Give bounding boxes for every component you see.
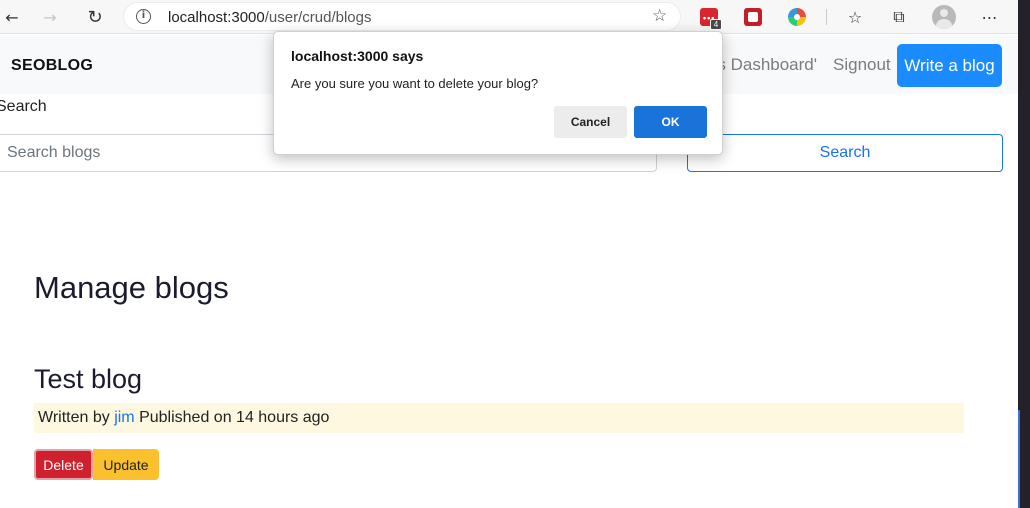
url-text[interactable]: localhost:3000/user/crud/blogs [168, 9, 371, 26]
reload-icon[interactable]: ↻ [83, 5, 107, 29]
avatar-body [936, 19, 952, 29]
search-button[interactable]: Search [687, 134, 1003, 172]
desktop-background [1018, 0, 1030, 508]
written-by-label: Written by [38, 409, 110, 426]
favorites-icon[interactable]: ☆ [843, 5, 867, 29]
delete-button[interactable]: Delete [34, 449, 93, 480]
collections-icon[interactable]: ⧉ [887, 5, 911, 29]
blog-title: Test blog [34, 364, 143, 394]
confirm-dialog: localhost:3000 says Are you sure you wan… [273, 31, 723, 155]
url-path: /user/crud/blogs [264, 9, 372, 26]
more-icon[interactable]: ⋯ [978, 5, 1002, 29]
back-icon[interactable]: ← [0, 5, 24, 29]
write-blog-button[interactable]: Write a blog [897, 44, 1002, 87]
star-icon[interactable]: ☆ [652, 6, 667, 26]
author-link[interactable]: jim [114, 409, 134, 426]
url-host: localhost:3000 [168, 9, 265, 26]
page-title: Manage blogs [34, 270, 229, 305]
dialog-ok-button[interactable]: OK [634, 106, 707, 138]
published-text: Published on 14 hours ago [139, 409, 330, 426]
brand-logo[interactable]: SEOBLOG [11, 57, 93, 75]
browser-toolbar: ← → ↻ i localhost:3000/user/crud/blogs ☆… [0, 0, 1018, 34]
extension-icon[interactable]: ••• 4 [700, 8, 722, 30]
dialog-title: localhost:3000 says [291, 48, 424, 64]
search-label: Search [0, 98, 47, 115]
desktop-accent [1018, 410, 1020, 508]
toolbar-divider [826, 9, 827, 25]
address-bar[interactable]: i localhost:3000/user/crud/blogs ☆ [123, 2, 681, 31]
extension-glyph [794, 14, 800, 20]
extension-icon-2[interactable] [744, 8, 762, 26]
avatar-head [940, 9, 948, 17]
forward-icon[interactable]: → [38, 5, 62, 29]
extension-icon-3[interactable] [788, 8, 806, 26]
dialog-message: Are you sure you want to delete your blo… [291, 76, 539, 91]
profile-icon[interactable] [932, 5, 956, 29]
nav-signout-link[interactable]: Signout [833, 55, 891, 75]
blog-meta: Written by jim Published on 14 hours ago [34, 403, 964, 433]
dialog-cancel-button[interactable]: Cancel [554, 106, 627, 138]
info-icon[interactable]: i [136, 9, 151, 24]
extension-glyph [748, 12, 758, 22]
update-button[interactable]: Update [93, 449, 159, 480]
browser-window: ← → ↻ i localhost:3000/user/crud/blogs ☆… [0, 0, 1018, 508]
extension-badge: 4 [710, 19, 722, 30]
